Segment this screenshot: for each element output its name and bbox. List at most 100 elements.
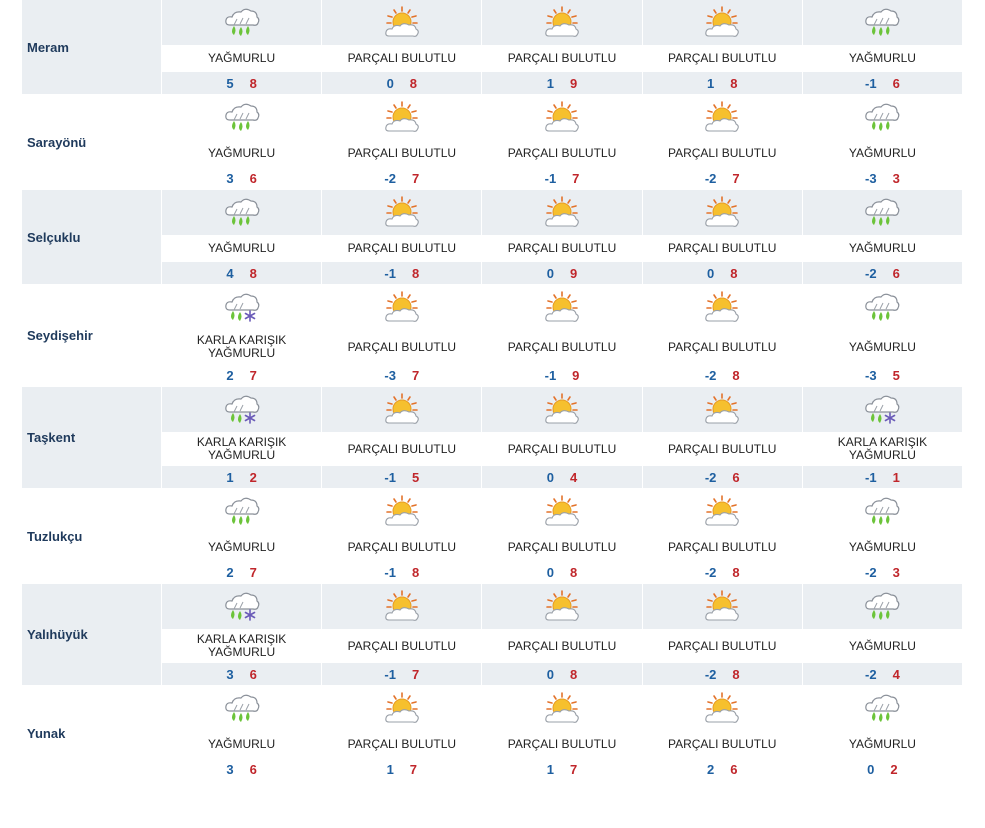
sun-behind-cloud-icon	[642, 285, 802, 331]
day-cells: KARLA KARIŞIK YAĞMURLU 2 7 PARÇALI BULUTLU -…	[162, 285, 963, 386]
max-temperature: 7	[411, 367, 420, 383]
sun-behind-cloud-icon	[322, 489, 482, 535]
temperature-range: 08	[322, 72, 482, 94]
temperature-range: -2 8	[643, 364, 802, 386]
condition-label: PARÇALI BULUTLU	[347, 241, 457, 255]
temperature-range: -2 6	[642, 466, 802, 488]
day-cell: PARÇALI BULUTLU 1 9	[482, 0, 643, 94]
min-temperature: -2	[865, 564, 877, 580]
condition-label: KARLA KARIŞIK YAĞMURLU	[196, 632, 287, 659]
min-temperature: -3	[865, 367, 877, 383]
max-temperature: 8	[730, 265, 738, 281]
city-name[interactable]: Yunak	[22, 686, 162, 780]
sun-behind-cloud-icon	[322, 285, 482, 331]
condition-text: PARÇALI BULUTLU	[642, 46, 802, 72]
day-cell: PARÇALI BULUTLU -2 8	[642, 285, 803, 386]
max-temperature: 6	[732, 469, 740, 485]
condition-text: PARÇALI BULUTLU	[642, 535, 802, 561]
temperature-range: 04	[482, 466, 642, 488]
min-temperature: -2	[704, 666, 717, 682]
day-cells: YAĞMURLU 3 6 PARÇALI BULUTLU -2 7 PARÇALI BULU…	[162, 95, 963, 189]
max-temperature: 5	[892, 367, 900, 383]
condition-label: YAĞMURLU	[208, 540, 276, 554]
sun-behind-cloud-icon	[642, 95, 802, 141]
day-cells: KARLA KARIŞIK YAĞMURLU 3 6 PARÇALI BULUTLU -…	[162, 584, 963, 685]
temperature-range: 08	[482, 561, 641, 583]
sun-behind-cloud-icon	[322, 387, 482, 433]
max-temperature: 8	[730, 75, 738, 91]
city-name[interactable]: Sarayönü	[22, 95, 162, 189]
city-name[interactable]: Yalıhüyük	[22, 584, 162, 685]
day-cell: PARÇALI BULUTLU 0 8	[482, 489, 643, 583]
sun-behind-cloud-icon	[642, 190, 802, 236]
max-temperature: 7	[249, 564, 257, 580]
condition-label: PARÇALI BULUTLU	[347, 146, 457, 160]
condition-text: YAĞMURLU	[802, 630, 963, 663]
temperature-range: 18	[642, 72, 802, 94]
day-cell: YAĞMURLU -1 6	[802, 0, 963, 94]
forecast-row: Selçuklu YAĞMURLU 4 8 PARÇALI BULUTLU -1 8 PARÇ…	[22, 190, 963, 285]
max-temperature: 7	[409, 761, 418, 777]
max-temperature: 8	[249, 75, 257, 91]
max-temperature: 6	[730, 761, 738, 777]
day-cell: YAĞMURLU -2 3	[802, 489, 963, 583]
temperature-range: 09	[482, 262, 642, 284]
day-cell: PARÇALI BULUTLU 1 7	[482, 686, 643, 780]
temperature-range: 02	[803, 758, 962, 780]
min-temperature: -2	[865, 265, 877, 281]
rain-cloud-icon	[802, 95, 963, 141]
condition-label: PARÇALI BULUTLU	[667, 540, 777, 554]
city-name[interactable]: Meram	[22, 0, 162, 94]
day-cell: YAĞMURLU 2 7	[162, 489, 323, 583]
condition-text: PARÇALI BULUTLU	[482, 46, 642, 72]
day-cell: YAĞMURLU 3 6	[162, 95, 323, 189]
day-cell: YAĞMURLU -2 6	[802, 190, 963, 284]
max-temperature: 8	[732, 367, 740, 383]
temperature-range: -1 9	[482, 364, 641, 386]
max-temperature: 8	[570, 564, 578, 580]
condition-label: PARÇALI BULUTLU	[507, 146, 617, 160]
city-name[interactable]: Seydişehir	[22, 285, 162, 386]
min-temperature: -3	[865, 170, 877, 186]
day-cell: KARLA KARIŞIK YAĞMURLU 3 6	[162, 584, 323, 685]
sun-behind-cloud-icon	[322, 190, 482, 236]
max-temperature: 6	[249, 666, 257, 682]
condition-text: PARÇALI BULUTLU	[642, 433, 802, 466]
day-cell: YAĞMURLU 3 6	[162, 686, 323, 780]
condition-text: PARÇALI BULUTLU	[642, 331, 802, 364]
condition-label: PARÇALI BULUTLU	[667, 737, 777, 751]
day-cell: PARÇALI BULUTLU 0 8	[642, 190, 803, 284]
condition-label: YAĞMURLU	[208, 51, 276, 65]
sun-behind-cloud-icon	[482, 190, 642, 236]
condition-text: PARÇALI BULUTLU	[482, 630, 642, 663]
day-cell: PARÇALI BULUTLU 1 7	[322, 686, 483, 780]
condition-label: PARÇALI BULUTLU	[667, 441, 777, 456]
min-temperature: -1	[384, 564, 396, 580]
day-cells: YAĞMURLU 3 6 PARÇALI BULUTLU 1 7 PARÇALI BULUT…	[162, 686, 963, 780]
temperature-range: 17	[482, 758, 641, 780]
min-temperature: -1	[865, 469, 877, 485]
min-temperature: 3	[226, 170, 234, 186]
condition-label: KARLA KARIŞIK YAĞMURLU	[837, 435, 928, 462]
min-temperature: 3	[226, 666, 234, 682]
min-temperature: -1	[384, 469, 396, 485]
day-cells: KARLA KARIŞIK YAĞMURLU 1 2 PARÇALI BULUTLU -…	[162, 387, 963, 488]
condition-text: PARÇALI BULUTLU	[322, 331, 482, 364]
min-temperature: -2	[384, 170, 396, 186]
condition-label: YAĞMURLU	[848, 51, 916, 65]
max-temperature: 6	[249, 170, 257, 186]
day-cell: PARÇALI BULUTLU 1 8	[642, 0, 803, 94]
temperature-range: -1 8	[322, 262, 482, 284]
day-cell: PARÇALI BULUTLU -1 5	[322, 387, 483, 488]
city-name[interactable]: Taşkent	[22, 387, 162, 488]
max-temperature: 4	[570, 469, 578, 485]
forecast-row: Taşkent KARLA KARIŞIK YAĞMURLU 1 2 PARÇALI B…	[22, 387, 963, 489]
max-temperature: 7	[570, 761, 578, 777]
condition-label: KARLA KARIŞIK YAĞMURLU	[196, 435, 287, 462]
day-cell: PARÇALI BULUTLU -2 7	[322, 95, 483, 189]
city-name[interactable]: Tuzlukçu	[22, 489, 162, 583]
condition-text: YAĞMURLU	[162, 236, 322, 262]
condition-label: PARÇALI BULUTLU	[347, 540, 457, 554]
city-name[interactable]: Selçuklu	[22, 190, 162, 284]
sleet-cloud-icon	[162, 285, 322, 331]
